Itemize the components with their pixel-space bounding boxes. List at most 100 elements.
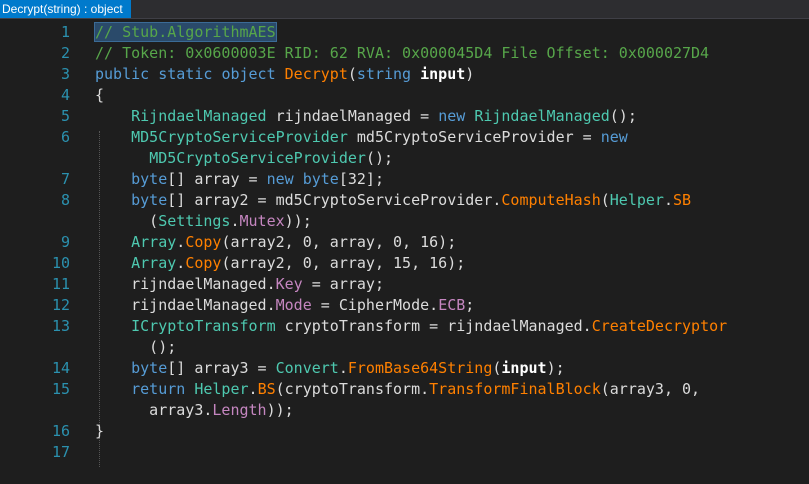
code-line: 9 Array.Copy(array2, 0, array, 0, 16);: [0, 232, 809, 253]
code-token: TransformFinalBlock: [429, 380, 601, 398]
code-token: return: [131, 380, 186, 398]
line-number: 14: [51, 359, 70, 377]
code-text[interactable]: array3.Length));: [95, 400, 809, 421]
code-token: BS: [257, 380, 276, 398]
code-token: .: [248, 380, 258, 398]
code-line: 13 ICryptoTransform cryptoTransform = ri…: [0, 316, 809, 337]
code-token: rijndaelManaged.: [95, 296, 276, 314]
code-token: [] array3 =: [167, 359, 276, 377]
code-token: MD5CryptoServiceProvider: [131, 128, 348, 146]
code-token: (: [600, 191, 610, 209]
code-text[interactable]: // Stub.AlgorithmAES: [94, 22, 809, 43]
code-token: );: [546, 359, 565, 377]
code-token: array3.: [95, 401, 213, 419]
code-token: cryptoTransform = rijndaelManaged.: [275, 317, 592, 335]
line-number: 17: [51, 443, 70, 461]
code-token: [32];: [338, 170, 384, 188]
code-text[interactable]: }: [95, 421, 809, 442]
code-token: Helper: [194, 380, 249, 398]
code-token: ));: [266, 401, 294, 419]
code-text[interactable]: (Settings.Mutex));: [95, 211, 809, 232]
code-text[interactable]: rijndaelManaged.Mode = CipherMode.ECB;: [95, 295, 809, 316]
code-text[interactable]: ICryptoTransform cryptoTransform = rijnd…: [95, 316, 809, 337]
code-text[interactable]: public static object Decrypt(string inpu…: [95, 64, 809, 85]
code-text[interactable]: Array.Copy(array2, 0, array, 15, 16);: [95, 253, 809, 274]
line-number: 4: [60, 86, 70, 104]
code-token: ();: [609, 107, 637, 125]
line-number: 5: [60, 107, 70, 125]
code-text[interactable]: byte[] array = new byte[32];: [95, 169, 809, 190]
code-line: ();: [0, 337, 809, 358]
code-text[interactable]: MD5CryptoServiceProvider();: [95, 148, 809, 169]
code-token: Decrypt: [284, 65, 348, 83]
line-number: 13: [51, 317, 70, 335]
code-token: input: [420, 65, 466, 83]
code-line: 17: [0, 442, 809, 463]
code-text[interactable]: rijndaelManaged.Key = array;: [95, 274, 809, 295]
code-token: Copy: [185, 254, 222, 272]
code-line: MD5CryptoServiceProvider();: [0, 148, 809, 169]
code-token: (: [347, 65, 357, 83]
code-token: md5CryptoServiceProvider =: [347, 128, 601, 146]
code-token: CreateDecryptor: [591, 317, 728, 335]
code-token: SB: [672, 191, 692, 209]
code-text[interactable]: {: [95, 85, 809, 106]
code-token: }: [95, 422, 105, 440]
code-text[interactable]: // Token: 0x0600003E RID: 62 RVA: 0x0000…: [95, 43, 809, 64]
code-editor[interactable]: 1 // Stub.AlgorithmAES 2 // Token: 0x060000…: [0, 19, 809, 484]
code-text[interactable]: ();: [95, 337, 809, 358]
code-token: object: [221, 65, 276, 83]
line-number: 12: [51, 296, 70, 314]
code-line: 8 byte[] array2 = md5CryptoServiceProvid…: [0, 190, 809, 211]
code-line: 10 Array.Copy(array2, 0, array, 15, 16);: [0, 253, 809, 274]
line-number: 3: [60, 65, 70, 83]
code-line: 2 // Token: 0x0600003E RID: 62 RVA: 0x000…: [0, 43, 809, 64]
code-token: Settings: [158, 212, 231, 230]
code-token: [] array =: [167, 170, 267, 188]
code-text[interactable]: Array.Copy(array2, 0, array, 0, 16);: [95, 232, 809, 253]
code-token: = CipherMode.: [311, 296, 439, 314]
code-token: ();: [95, 338, 177, 356]
line-number: 7: [60, 170, 70, 188]
code-text[interactable]: byte[] array2 = md5CryptoServiceProvider…: [95, 190, 809, 211]
code-text[interactable]: MD5CryptoServiceProvider md5CryptoServic…: [95, 127, 809, 148]
code-line: 6 MD5CryptoServiceProvider md5CryptoServ…: [0, 127, 809, 148]
code-token: public: [95, 65, 150, 83]
line-number: 15: [51, 380, 70, 398]
code-token: Copy: [185, 233, 222, 251]
code-token: input: [501, 359, 547, 377]
code-token: static: [158, 65, 213, 83]
code-token: (array2, 0, array, 15, 16);: [221, 254, 466, 272]
code-token: RijndaelManaged: [474, 107, 610, 125]
code-text[interactable]: byte[] array3 = Convert.FromBase64String…: [95, 358, 809, 379]
code-text[interactable]: RijndaelManaged rijndaelManaged = new Ri…: [95, 106, 809, 127]
code-line: 3 public static object Decrypt(string inp…: [0, 64, 809, 85]
code-token: byte: [131, 191, 168, 209]
line-number: 8: [60, 191, 70, 209]
code-token: .: [663, 191, 673, 209]
code-text[interactable]: return Helper.BS(cryptoTransform.Transfo…: [95, 379, 809, 400]
code-token: ECB: [438, 296, 466, 314]
tab-decrypt-method[interactable]: Decrypt(string) : object: [0, 0, 131, 18]
code-line: 5 RijndaelManaged rijndaelManaged = new …: [0, 106, 809, 127]
code-token: ): [465, 65, 475, 83]
code-token: MD5CryptoServiceProvider: [149, 149, 366, 167]
code-token: ComputeHash: [501, 191, 601, 209]
code-token: = array;: [302, 275, 384, 293]
code-line: 4{: [0, 85, 809, 106]
line-number: 9: [60, 233, 70, 251]
code-token: string: [356, 65, 412, 83]
code-token: (cryptoTransform.: [275, 380, 430, 398]
